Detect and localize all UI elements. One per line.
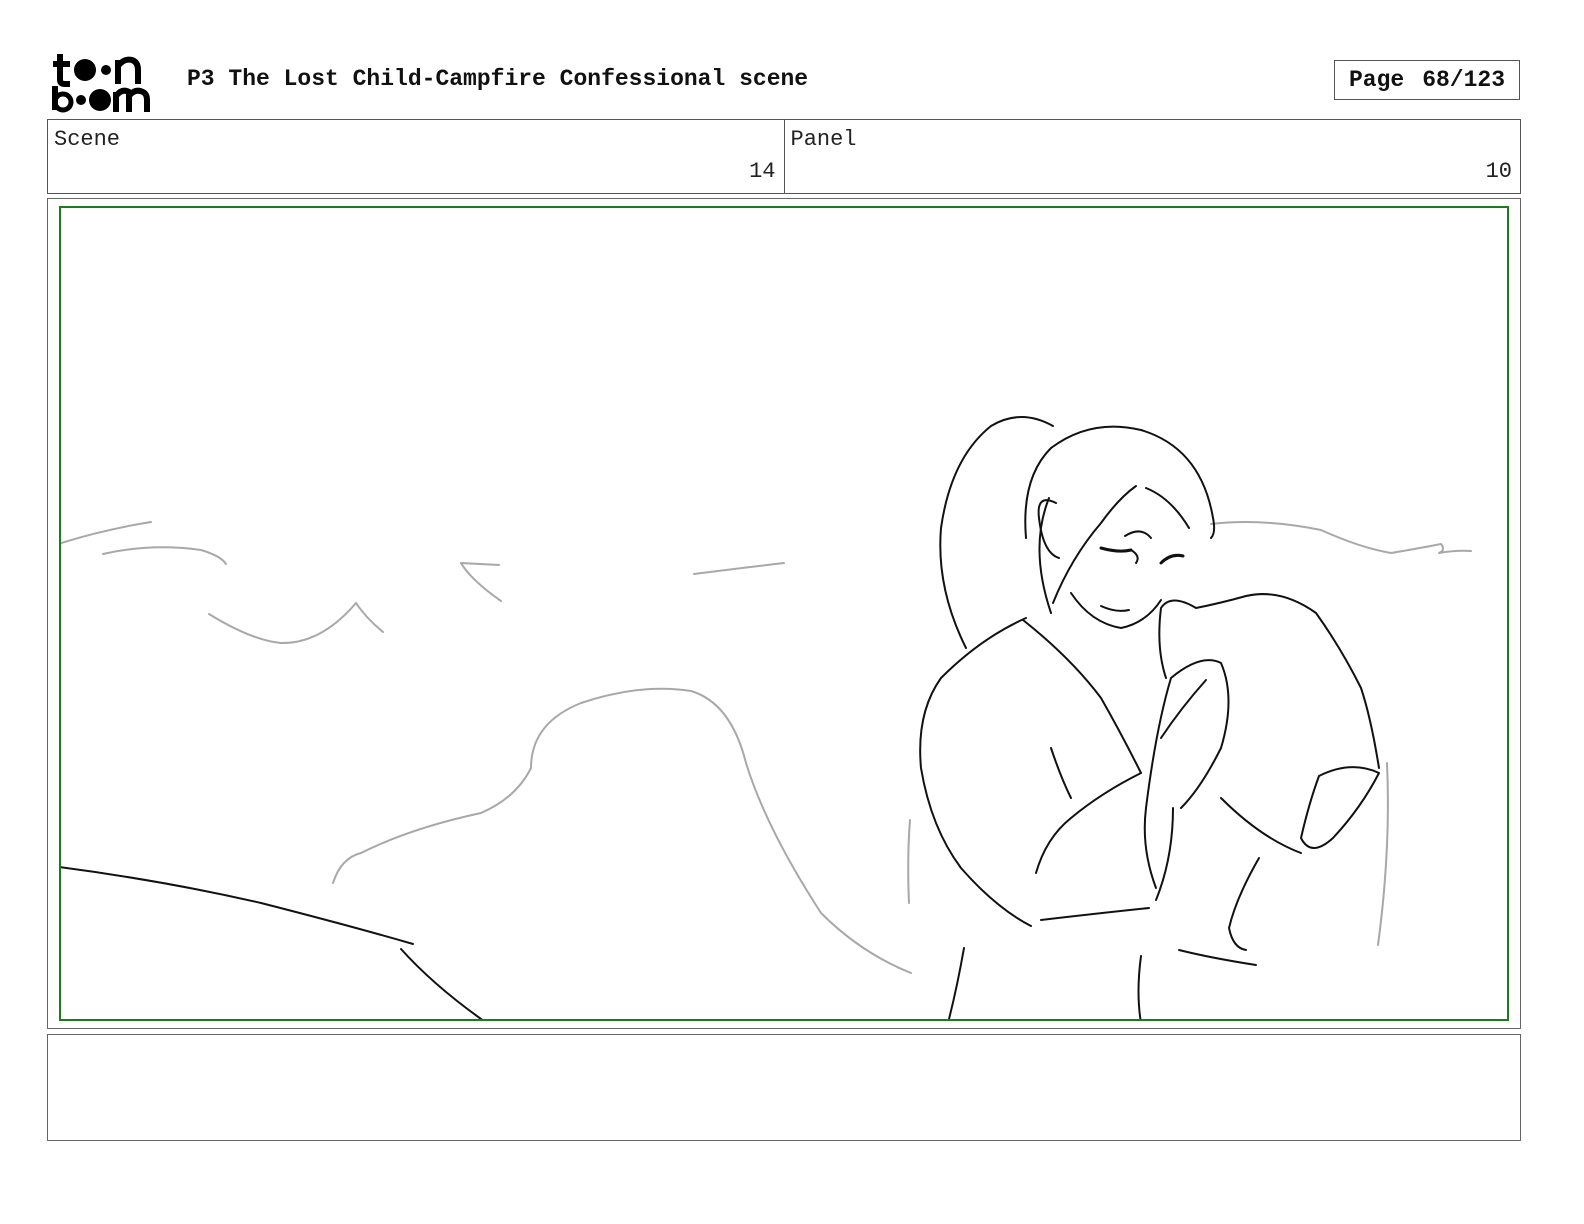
page-indicator: Page 68/123 xyxy=(1334,60,1520,100)
scene-panel-info: Scene 14 Panel 10 xyxy=(47,119,1521,194)
page-label: Page xyxy=(1348,67,1405,93)
scene-cell: Scene 14 xyxy=(48,120,784,193)
page-number: 68/123 xyxy=(1422,67,1506,93)
toon-boom-logo xyxy=(52,54,150,113)
panel-label: Panel xyxy=(790,127,857,152)
panel-safe-frame xyxy=(59,206,1509,1021)
panel-notes-box xyxy=(47,1034,1521,1141)
storyboard-sketch xyxy=(61,416,1472,1019)
board-title: P3 The Lost Child-Campfire Confessional … xyxy=(187,66,809,92)
panel-cell: Panel 10 xyxy=(783,120,1521,193)
scene-label: Scene xyxy=(54,127,121,152)
panel-number: 10 xyxy=(1485,159,1512,184)
scene-number: 14 xyxy=(749,159,776,184)
